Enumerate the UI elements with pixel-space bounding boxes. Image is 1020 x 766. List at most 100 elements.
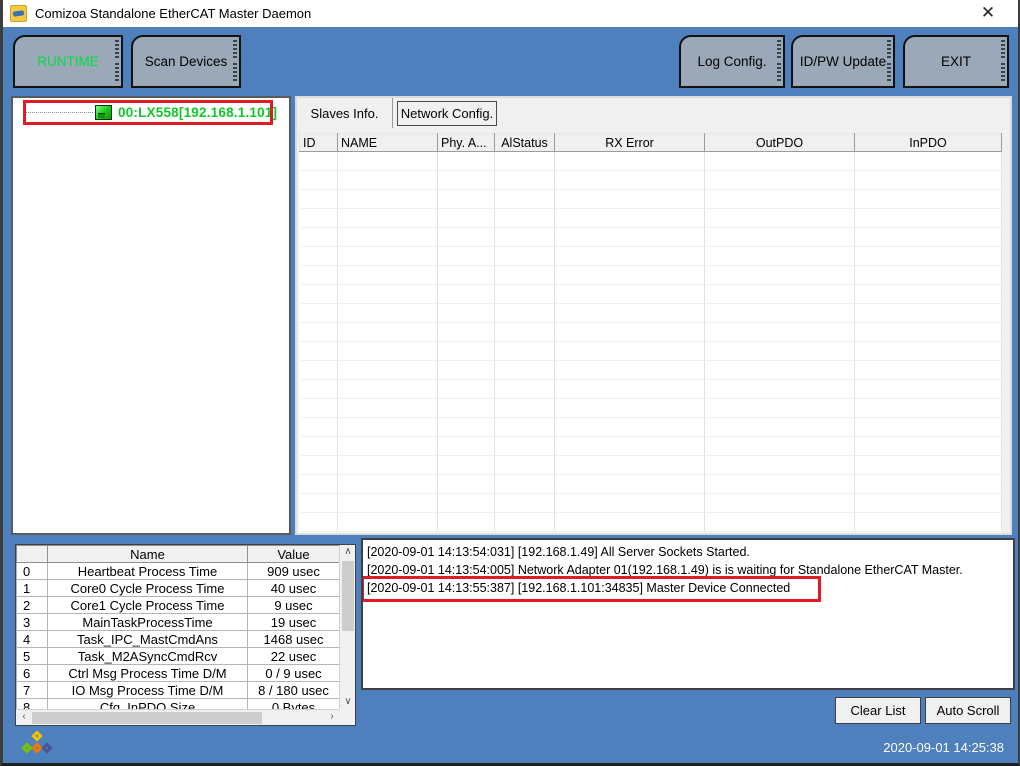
stats-cell: Core0 Cycle Process Time [48, 580, 248, 597]
tree-node-master[interactable]: 00:LX558[192.168.1.101] [25, 102, 277, 123]
app-icon [10, 5, 27, 22]
title-bar: Comizoa Standalone EtherCAT Master Daemo… [3, 0, 1018, 27]
stats-cell: Task_M2ASyncCmdRcv [48, 648, 248, 665]
scroll-left-icon[interactable]: ‹ [16, 710, 32, 724]
scroll-thumb[interactable] [342, 561, 354, 631]
slave-row-empty [300, 209, 1002, 228]
stats-cell: Task_IPC_MastCmdAns [48, 631, 248, 648]
slaves-table: IDNAMEPhy. A...AlStatusRX ErrorOutPDOInP… [299, 133, 1002, 533]
column-header[interactable]: ID [300, 134, 338, 152]
device-tree-panel: 00:LX558[192.168.1.101] [11, 96, 291, 535]
stats-cell: Heartbeat Process Time [48, 563, 248, 580]
scroll-thumb[interactable] [32, 712, 262, 724]
column-header[interactable]: Value [248, 546, 340, 563]
slaves-header-row: IDNAMEPhy. A...AlStatusRX ErrorOutPDOInP… [300, 134, 1002, 152]
scan-devices-button[interactable]: Scan Devices [131, 35, 241, 88]
comizoa-logo-icon [21, 731, 57, 761]
scroll-down-icon[interactable]: ∨ [340, 695, 356, 709]
stats-cell: 0 [17, 563, 48, 580]
column-header[interactable]: NAME [338, 134, 438, 152]
stats-cell: 19 usec [248, 614, 340, 631]
stats-header-row: NameValue [17, 546, 340, 563]
app-window: Comizoa Standalone EtherCAT Master Daemo… [0, 0, 1020, 766]
stats-row[interactable]: 0Heartbeat Process Time909 usec [17, 563, 340, 580]
scroll-right-icon[interactable]: › [324, 710, 340, 724]
stats-cell: 5 [17, 648, 48, 665]
stats-cell: Cfg. InPDO Size [48, 699, 248, 710]
window-title: Comizoa Standalone EtherCAT Master Daemo… [35, 6, 311, 21]
slave-row-empty [300, 190, 1002, 209]
status-datetime: 2020-09-01 14:25:38 [883, 740, 1004, 755]
stats-row[interactable]: 8Cfg. InPDO Size0 Bytes [17, 699, 340, 710]
slave-row-empty [300, 361, 1002, 380]
stats-cell: 1 [17, 580, 48, 597]
slave-row-empty [300, 494, 1002, 513]
stats-cell: MainTaskProcessTime [48, 614, 248, 631]
close-icon[interactable]: ✕ [973, 1, 1003, 25]
stats-row[interactable]: 3MainTaskProcessTime19 usec [17, 614, 340, 631]
stats-cell: 8 / 180 usec [248, 682, 340, 699]
logo-diamond-yellow [31, 730, 42, 741]
stats-horizontal-scrollbar[interactable]: ‹ › [16, 709, 340, 725]
slave-row-empty [300, 513, 1002, 532]
stats-cell: 0 / 9 usec [248, 665, 340, 682]
network-device-icon [95, 105, 112, 120]
slave-row-empty [300, 456, 1002, 475]
runtime-button[interactable]: RUNTIME [13, 35, 123, 88]
stats-cell: 909 usec [248, 563, 340, 580]
column-header[interactable]: RX Error [555, 134, 705, 152]
stats-cell: 3 [17, 614, 48, 631]
slave-row-empty [300, 323, 1002, 342]
stats-cell: 2 [17, 597, 48, 614]
column-header[interactable]: AlStatus [495, 134, 555, 152]
stats-cell: 22 usec [248, 648, 340, 665]
log-lines: [2020-09-01 14:13:54:031] [192.168.1.49]… [367, 543, 1013, 597]
slave-row-empty [300, 266, 1002, 285]
slave-row-empty [300, 171, 1002, 190]
tab-slaves-info[interactable]: Slaves Info. [297, 98, 393, 128]
slave-row-empty [300, 399, 1002, 418]
stats-cell: 6 [17, 665, 48, 682]
log-config-button[interactable]: Log Config. [679, 35, 785, 88]
stats-row[interactable]: 4Task_IPC_MastCmdAns1468 usec [17, 631, 340, 648]
stats-body: 0Heartbeat Process Time909 usec1Core0 Cy… [17, 563, 340, 710]
clear-list-button[interactable]: Clear List [835, 697, 921, 724]
slaves-info-panel: Slaves Info. Network Config. IDNAMEPhy. … [295, 96, 1012, 535]
tab-network-config[interactable]: Network Config. [397, 101, 497, 126]
stats-cell: 1468 usec [248, 631, 340, 648]
scroll-up-icon[interactable]: ∧ [340, 545, 356, 559]
slave-row-empty [300, 475, 1002, 494]
stats-table: NameValue 0Heartbeat Process Time909 use… [16, 545, 340, 709]
stats-row[interactable]: 6Ctrl Msg Process Time D/M0 / 9 usec [17, 665, 340, 682]
slave-row-empty [300, 380, 1002, 399]
slaves-body [300, 152, 1002, 532]
slave-row-empty [300, 247, 1002, 266]
stats-panel: NameValue 0Heartbeat Process Time909 use… [15, 544, 356, 726]
stats-cell: Ctrl Msg Process Time D/M [48, 665, 248, 682]
tree-branch-line [25, 112, 93, 113]
column-header[interactable]: Name [48, 546, 248, 563]
slave-row-empty [300, 285, 1002, 304]
stats-cell: 0 Bytes [248, 699, 340, 710]
stats-row[interactable]: 1Core0 Cycle Process Time40 usec [17, 580, 340, 597]
column-header[interactable]: OutPDO [705, 134, 855, 152]
exit-button[interactable]: EXIT [903, 35, 1009, 88]
stats-vertical-scrollbar[interactable]: ∧ ∨ [339, 545, 355, 709]
column-header[interactable]: Phy. A... [438, 134, 495, 152]
slave-row-empty [300, 418, 1002, 437]
stats-cell: 7 [17, 682, 48, 699]
column-header[interactable] [17, 546, 48, 563]
stats-row[interactable]: 5Task_M2ASyncCmdRcv22 usec [17, 648, 340, 665]
stats-row[interactable]: 2Core1 Cycle Process Time9 usec [17, 597, 340, 614]
slave-row-empty [300, 342, 1002, 361]
stats-cell: Core1 Cycle Process Time [48, 597, 248, 614]
stats-cell: IO Msg Process Time D/M [48, 682, 248, 699]
slave-row-empty [300, 228, 1002, 247]
idpw-update-button[interactable]: ID/PW Update [791, 35, 895, 88]
column-header[interactable]: InPDO [855, 134, 1002, 152]
stats-cell: 4 [17, 631, 48, 648]
log-panel: [2020-09-01 14:13:54:031] [192.168.1.49]… [361, 538, 1015, 690]
stats-row[interactable]: 7IO Msg Process Time D/M8 / 180 usec [17, 682, 340, 699]
auto-scroll-button[interactable]: Auto Scroll [925, 697, 1011, 724]
stats-cell: 9 usec [248, 597, 340, 614]
